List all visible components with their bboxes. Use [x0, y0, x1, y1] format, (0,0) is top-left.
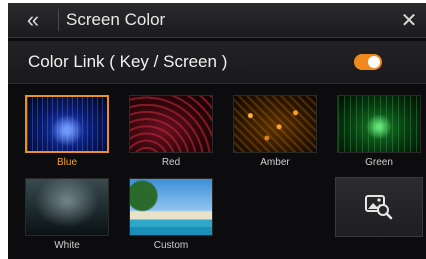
header-bar: « Screen Color ✕: [8, 3, 426, 38]
color-thumbnail-custom: [129, 178, 213, 236]
screen-color-panel: « Screen Color ✕ Color Link ( Key / Scre…: [8, 3, 426, 259]
color-thumbnail-amber: [233, 95, 317, 153]
color-link-label: Color Link ( Key / Screen ): [28, 52, 228, 71]
back-button[interactable]: «: [8, 3, 58, 37]
color-thumbnail-green: [337, 95, 421, 153]
color-link-row: Color Link ( Key / Screen ): [8, 41, 426, 84]
close-button[interactable]: ✕: [392, 3, 426, 37]
color-grid: Blue Red Amber Green White Custom: [8, 85, 426, 259]
color-thumbnail-blue: [25, 95, 109, 153]
toggle-knob: [368, 56, 380, 68]
color-label-white: White: [54, 240, 80, 251]
color-label-blue: Blue: [56, 157, 77, 168]
close-icon: ✕: [400, 9, 418, 32]
color-label-amber: Amber: [260, 157, 290, 168]
image-search-button[interactable]: [335, 177, 423, 237]
double-chevron-left-icon: «: [26, 7, 40, 32]
color-label-custom: Custom: [153, 240, 189, 251]
color-thumbnail-white: [25, 178, 109, 236]
color-thumbnail-red: [129, 95, 213, 153]
image-search-icon: [365, 195, 393, 220]
color-link-toggle[interactable]: [354, 54, 382, 70]
color-label-green: Green: [365, 157, 393, 168]
header-divider: [58, 9, 59, 31]
color-label-red: Red: [161, 157, 181, 168]
page-title: Screen Color: [66, 10, 166, 29]
